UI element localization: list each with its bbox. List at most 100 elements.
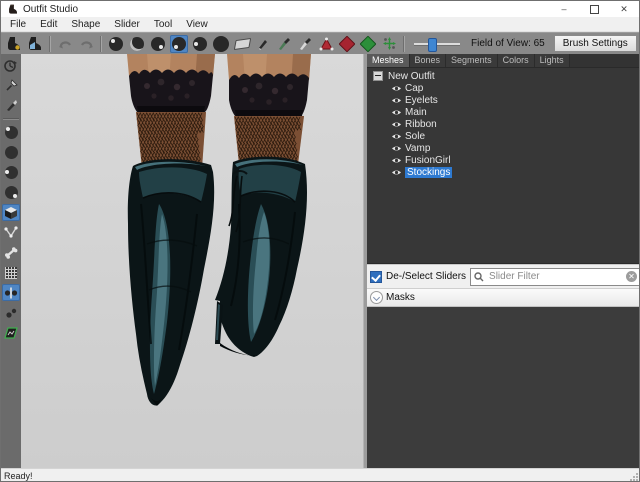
tree-item-eyelets[interactable]: Eyelets [367,94,639,106]
close-button[interactable]: ✕ [609,1,639,17]
eye-icon[interactable] [391,120,402,129]
resize-grip-icon[interactable] [630,473,638,481]
tree-item-label: Vamp [405,143,430,154]
tree-item-cap[interactable]: Cap [367,82,639,94]
vertex-edit-icon[interactable] [2,224,20,241]
wireframe-grid-icon[interactable] [2,264,20,281]
tree-root[interactable]: New Outfit [367,70,639,82]
tree-item-label: Ribbon [405,119,437,130]
brush-preset-4-icon[interactable] [2,184,20,201]
flip-edge-icon[interactable] [338,35,356,53]
brush-preset-3-icon[interactable] [2,164,20,181]
outfit-studio-window: Outfit Studio – ✕ File Edit Shape Slider… [0,0,640,482]
slider-controls-bar: De-/Select Sliders ✕ [367,264,639,288]
menu-tool[interactable]: Tool [147,19,179,30]
save-project-icon[interactable] [26,35,44,53]
select-brush-icon[interactable] [107,35,125,53]
eye-icon[interactable] [391,168,402,177]
viewport-3d[interactable] [21,54,363,468]
undo-icon[interactable] [56,35,74,53]
masks-header[interactable]: Masks [367,288,639,307]
search-icon [474,272,484,282]
collapse-icon[interactable] [373,71,383,81]
load-project-icon[interactable] [5,35,23,53]
meshes-tree: New Outfit Cap Eyelets Main Ribbon [367,67,639,264]
slider-track[interactable] [414,43,460,46]
tree-root-label: New Outfit [388,71,435,82]
tree-item-label: Cap [405,83,423,94]
transform-cube-icon[interactable] [2,204,20,221]
alpha-brush-icon[interactable] [254,35,272,53]
tree-item-ribbon[interactable]: Ribbon [367,118,639,130]
tab-bones[interactable]: Bones [410,54,447,67]
mask-brush-icon[interactable] [128,35,146,53]
deselect-sliders-checkbox[interactable] [370,271,382,283]
menu-slider[interactable]: Slider [107,19,147,30]
tree-item-label-selected: Stockings [405,167,452,178]
tree-item-label: Sole [405,131,425,142]
tree-item-fusiongirl[interactable]: FusionGirl [367,154,639,166]
tab-colors[interactable]: Colors [498,54,535,67]
model-legs [21,54,363,468]
minimize-button[interactable]: – [549,1,579,17]
tree-item-vamp[interactable]: Vamp [367,142,639,154]
menu-edit[interactable]: Edit [33,19,64,30]
connected-vertices-icon[interactable] [2,304,20,321]
clear-filter-icon[interactable]: ✕ [626,271,637,282]
slider-filter-input[interactable] [487,270,623,283]
mirror-icon[interactable] [2,284,20,301]
menu-view[interactable]: View [179,19,215,30]
title-bar: Outfit Studio – ✕ [1,1,639,17]
bone-icon[interactable] [2,244,20,261]
move-vertex-icon[interactable] [380,35,398,53]
right-panel: Meshes Bones Segments Colors Lights New … [367,54,639,468]
eye-icon[interactable] [391,144,402,153]
collapse-vertex-icon[interactable] [317,35,335,53]
app-icon [7,4,18,15]
detail-brush-icon[interactable] [296,35,314,53]
eye-icon[interactable] [391,156,402,165]
inflate-brush-icon[interactable] [149,35,167,53]
field-of-view-slider[interactable] [414,37,460,51]
slider-handle[interactable] [428,38,437,52]
tree-item-main[interactable]: Main [367,106,639,118]
pen-icon[interactable] [2,97,20,114]
maximize-button[interactable] [579,1,609,17]
slider-filter-box[interactable]: ✕ [470,268,640,286]
eye-icon[interactable] [391,84,402,93]
left-toolbar [1,54,21,468]
pin-icon[interactable] [2,77,20,94]
menu-shape[interactable]: Shape [64,19,107,30]
undiff-brush-icon[interactable] [233,35,251,53]
tree-item-sole[interactable]: Sole [367,130,639,142]
split-edge-icon[interactable] [359,35,377,53]
deflate-brush-icon[interactable] [170,35,188,53]
orbit-view-icon[interactable] [2,57,20,74]
eye-icon[interactable] [391,96,402,105]
smooth-brush-icon[interactable] [191,35,209,53]
brush-preset-2-icon[interactable] [2,144,20,161]
status-text: Ready! [4,471,33,481]
status-bar: Ready! [1,468,639,482]
tab-lights[interactable]: Lights [535,54,570,67]
redo-icon[interactable] [77,35,95,53]
move-brush-icon[interactable] [212,35,230,53]
brush-settings-button[interactable]: Brush Settings [554,35,637,52]
texture-toggle-icon[interactable] [2,324,20,341]
toolbar-separator [100,36,102,52]
tree-item-stockings[interactable]: Stockings [367,166,639,178]
masks-body [367,307,639,468]
menu-file[interactable]: File [3,19,33,30]
eye-icon[interactable] [391,132,402,141]
eye-icon[interactable] [391,108,402,117]
tab-segments[interactable]: Segments [446,54,498,67]
window-title: Outfit Studio [23,4,549,15]
tree-item-label: Eyelets [405,95,438,106]
chevron-down-icon[interactable] [370,291,383,304]
toolbar-separator [403,36,405,52]
tree-item-label: FusionGirl [405,155,451,166]
toolbar-separator [49,36,51,52]
tab-meshes[interactable]: Meshes [367,54,410,67]
color-brush-icon[interactable] [275,35,293,53]
brush-preset-1-icon[interactable] [2,124,20,141]
